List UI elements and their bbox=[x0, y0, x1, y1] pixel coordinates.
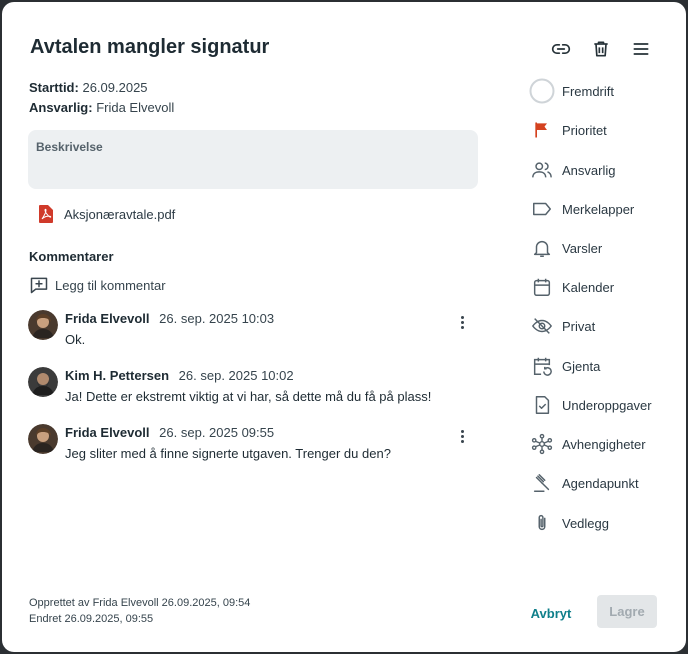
eye-off-icon bbox=[529, 313, 555, 339]
trash-icon[interactable] bbox=[590, 38, 612, 60]
avatar bbox=[28, 367, 58, 397]
avatar bbox=[28, 310, 58, 340]
start-time-value: 26.09.2025 bbox=[82, 80, 148, 95]
description-field[interactable]: Beskrivelse bbox=[28, 130, 478, 189]
sidebar-item-label: Gjenta bbox=[562, 358, 601, 374]
checklist-icon bbox=[529, 392, 555, 418]
tag-icon bbox=[529, 196, 555, 222]
description-label: Beskrivelse bbox=[36, 140, 103, 154]
sidebar-item-label: Varsler bbox=[562, 240, 603, 256]
sidebar-item-underoppgaver[interactable]: Underoppgaver bbox=[529, 390, 674, 420]
start-time-label: Starttid: bbox=[29, 80, 79, 95]
sidebar-item-label: Avhengigheter bbox=[562, 436, 646, 452]
add-comment-icon bbox=[30, 277, 48, 294]
attachment-name: Aksjonæravtale.pdf bbox=[64, 206, 176, 222]
sidebar-item-label: Vedlegg bbox=[562, 515, 609, 531]
comment-time: 26. sep. 2025 10:02 bbox=[178, 368, 294, 383]
created-info: Opprettet av Frida Elvevoll 26.09.2025, … bbox=[29, 597, 251, 609]
link-icon[interactable] bbox=[550, 38, 572, 60]
avatar bbox=[28, 424, 58, 454]
sidebar-item-label: Prioritet bbox=[562, 122, 607, 138]
responsible-label: Ansvarlig: bbox=[29, 100, 93, 115]
sidebar-item-label: Merkelapper bbox=[562, 201, 635, 217]
sidebar-item-prioritet[interactable]: Prioritet bbox=[529, 115, 674, 145]
comment-item: Frida Elvevoll 26. sep. 2025 09:55 Jeg s… bbox=[28, 423, 476, 461]
comment-menu-icon[interactable] bbox=[454, 425, 470, 447]
comments-heading: Kommentarer bbox=[29, 249, 114, 264]
comment-time: 26. sep. 2025 09:55 bbox=[159, 425, 275, 440]
comment-time: 26. sep. 2025 10:03 bbox=[159, 311, 275, 326]
pdf-icon bbox=[39, 205, 53, 223]
sidebar-item-label: Kalender bbox=[562, 279, 615, 295]
sidebar-item-label: Fremdrift bbox=[562, 83, 614, 99]
sidebar-item-label: Privat bbox=[562, 318, 596, 334]
menu-icon[interactable] bbox=[630, 38, 652, 60]
sidebar-item-label: Ansvarlig bbox=[562, 162, 616, 178]
gavel-icon bbox=[529, 470, 555, 496]
comment-author: Frida Elvevoll bbox=[65, 425, 150, 440]
sidebar-item-label: Agendapunkt bbox=[562, 475, 639, 491]
add-comment-label: Legg til kommentar bbox=[55, 277, 166, 293]
comment-author: Kim H. Pettersen bbox=[65, 368, 170, 383]
responsible-value: Frida Elvevoll bbox=[96, 100, 175, 115]
task-dialog: Avtalen mangler signatur Starttid: 26.09… bbox=[2, 2, 686, 652]
sidebar-item-gjenta[interactable]: Gjenta bbox=[529, 351, 674, 381]
sidebar-item-label: Underoppgaver bbox=[562, 397, 652, 413]
sidebar-item-merkelapper[interactable]: Merkelapper bbox=[529, 194, 674, 224]
add-comment-button[interactable]: Legg til kommentar bbox=[29, 275, 166, 295]
people-icon bbox=[529, 157, 555, 183]
calendar-repeat-icon bbox=[529, 353, 555, 379]
flag-icon bbox=[529, 117, 555, 143]
comment-item: Frida Elvevoll 26. sep. 2025 10:03 Ok. bbox=[28, 309, 476, 347]
comment-author: Frida Elvevoll bbox=[65, 311, 150, 326]
paperclip-icon bbox=[529, 510, 555, 536]
sidebar-item-vedlegg[interactable]: Vedlegg bbox=[529, 508, 674, 538]
task-title: Avtalen mangler signatur bbox=[30, 36, 270, 58]
comment-text: Jeg sliter med å finne signerte utgaven.… bbox=[65, 446, 391, 461]
sidebar-item-avhengigheter[interactable]: Avhengigheter bbox=[529, 429, 674, 459]
attachment-file[interactable]: Aksjonæravtale.pdf bbox=[38, 205, 175, 223]
sidebar-item-fremdrift[interactable]: Fremdrift bbox=[529, 76, 674, 106]
bell-icon bbox=[529, 235, 555, 261]
comment-menu-icon[interactable] bbox=[454, 311, 470, 333]
sidebar-item-varsler[interactable]: Varsler bbox=[529, 233, 674, 263]
responsible: Ansvarlig: Frida Elvevoll bbox=[29, 100, 174, 115]
calendar-icon bbox=[529, 274, 555, 300]
sidebar-item-kalender[interactable]: Kalender bbox=[529, 272, 674, 302]
sidebar-item-ansvarlig[interactable]: Ansvarlig bbox=[529, 155, 674, 185]
comment-text: Ok. bbox=[65, 332, 86, 347]
top-actions bbox=[550, 38, 652, 60]
network-icon bbox=[529, 431, 555, 457]
sidebar-item-agendapunkt[interactable]: Agendapunkt bbox=[529, 468, 674, 498]
comment-text: Ja! Dette er ekstremt viktig at vi har, … bbox=[65, 389, 432, 404]
modified-info: Endret 26.09.2025, 09:55 bbox=[29, 613, 154, 625]
start-time: Starttid: 26.09.2025 bbox=[29, 80, 148, 95]
cancel-button[interactable]: Avbryt bbox=[526, 598, 576, 628]
save-button[interactable]: Lagre bbox=[597, 595, 657, 628]
sidebar-item-privat[interactable]: Privat bbox=[529, 311, 674, 341]
comment-item: Kim H. Pettersen 26. sep. 2025 10:02 Ja!… bbox=[28, 366, 476, 404]
progress-circle-icon bbox=[529, 78, 555, 104]
